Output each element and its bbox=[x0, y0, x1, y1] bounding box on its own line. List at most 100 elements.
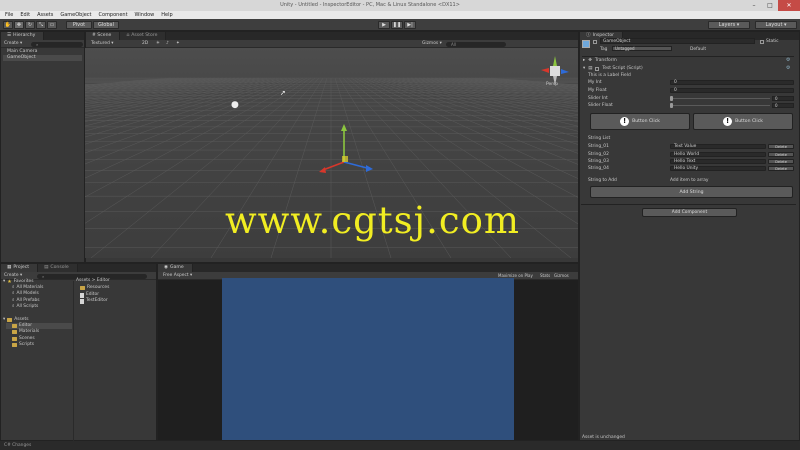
hierarchy-search-input[interactable]: ⌕ bbox=[31, 41, 83, 47]
pivot-toggle[interactable]: Pivot bbox=[66, 21, 92, 29]
scale-tool-icon[interactable]: ⤡ bbox=[36, 21, 46, 29]
maximize-icon[interactable]: □ bbox=[762, 0, 778, 11]
delete-button[interactable]: Delete bbox=[768, 159, 794, 164]
aspect-dropdown[interactable]: Free Aspect ▾ bbox=[163, 273, 192, 278]
object-name-input[interactable]: GameObject bbox=[600, 38, 755, 44]
my-float-input[interactable]: 0 bbox=[670, 88, 794, 93]
delete-button[interactable]: Delete bbox=[768, 166, 794, 171]
delete-button[interactable]: Delete bbox=[768, 152, 794, 157]
menu-edit[interactable]: Edit bbox=[17, 11, 34, 19]
gizmos-dropdown[interactable]: Gizmos ▾ bbox=[422, 41, 442, 46]
button-click-right[interactable]: ! Button Click bbox=[693, 113, 793, 130]
light-toggle-icon[interactable]: ☀ bbox=[156, 41, 160, 46]
component-enabled-checkbox[interactable] bbox=[595, 66, 600, 71]
add-string-button[interactable]: Add String bbox=[590, 186, 793, 198]
divider bbox=[581, 204, 796, 205]
hierarchy-item-gameobject[interactable]: GameObject bbox=[3, 55, 82, 61]
file-item[interactable]: TestEditor bbox=[80, 298, 108, 304]
slider-float-value[interactable]: 0 bbox=[772, 103, 794, 108]
string-input[interactable]: Text Value bbox=[670, 144, 766, 149]
2d-toggle[interactable]: 2D bbox=[142, 41, 148, 46]
transform-header[interactable]: ▸ ✥ Transform bbox=[583, 58, 617, 63]
asset-status-label: Asset is unchanged bbox=[582, 435, 625, 440]
minimize-icon[interactable]: – bbox=[746, 0, 762, 11]
play-icon[interactable]: ▶ bbox=[378, 21, 390, 29]
string-row: String_04 Hello Unity Delete bbox=[588, 165, 794, 172]
global-toggle[interactable]: Global bbox=[93, 21, 119, 29]
layout-dropdown[interactable]: Layout ▾ bbox=[755, 21, 797, 29]
button-click-left[interactable]: ! Button Click bbox=[590, 113, 690, 130]
tag-label: Tag bbox=[600, 47, 608, 52]
persp-label[interactable]: Persp bbox=[546, 82, 558, 87]
game-gizmos-toggle[interactable]: Gizmos bbox=[554, 273, 569, 278]
camera-icon[interactable]: ● bbox=[231, 100, 239, 110]
delete-button[interactable]: Delete bbox=[768, 144, 794, 149]
step-icon[interactable]: ▶| bbox=[404, 21, 416, 29]
string-input[interactable]: Hello Unity bbox=[670, 166, 766, 171]
active-checkbox[interactable] bbox=[593, 40, 597, 44]
move-tool-icon[interactable]: ✥ bbox=[14, 21, 24, 29]
stats-toggle[interactable]: Stats bbox=[540, 273, 550, 278]
game-viewport[interactable] bbox=[222, 278, 514, 440]
string-input[interactable]: Hello World bbox=[670, 152, 766, 157]
tab-project[interactable]: ▦ Project bbox=[1, 264, 39, 272]
static-checkbox[interactable] bbox=[760, 39, 764, 44]
project-breadcrumb[interactable]: Assets > Editor bbox=[76, 278, 110, 284]
menu-assets[interactable]: Assets bbox=[34, 11, 57, 19]
scene-search-input[interactable]: All bbox=[446, 41, 506, 47]
string-input[interactable]: Hello Text bbox=[670, 159, 766, 164]
asset-folder[interactable]: Scripts bbox=[12, 342, 34, 348]
tab-console[interactable]: ▤ Console bbox=[38, 264, 78, 272]
my-int-input[interactable]: 0 bbox=[670, 80, 794, 85]
folder-label: Materials bbox=[19, 329, 40, 334]
project-create-dropdown[interactable]: Create ▾ bbox=[4, 273, 22, 278]
tab-asset-store[interactable]: ⌂ Asset Store bbox=[120, 32, 167, 40]
add-component-button[interactable]: Add Component bbox=[642, 208, 737, 217]
hierarchy-icon: ☰ bbox=[7, 33, 12, 38]
menu-help[interactable]: Help bbox=[158, 11, 176, 19]
folder-icon bbox=[12, 330, 17, 334]
gameobject-cube-icon bbox=[582, 40, 590, 48]
slider-int-value[interactable]: 0 bbox=[772, 96, 794, 101]
folder-label: Scripts bbox=[19, 342, 35, 347]
aspect-label: Free Aspect bbox=[163, 273, 189, 278]
slider-handle[interactable] bbox=[670, 96, 673, 101]
close-icon[interactable]: ✕ bbox=[778, 0, 800, 11]
layer-label[interactable]: Default bbox=[690, 47, 706, 52]
file-item[interactable]: Resources bbox=[80, 285, 109, 291]
menu-gameobject[interactable]: GameObject bbox=[57, 11, 95, 19]
warning-icon: ! bbox=[723, 117, 733, 126]
menu-window[interactable]: Window bbox=[132, 11, 159, 19]
pause-icon[interactable]: ❚❚ bbox=[391, 21, 403, 29]
effects-toggle-icon[interactable]: ✦ bbox=[176, 41, 180, 46]
favorite-item[interactable]: ⌕ All Models bbox=[12, 291, 39, 297]
slider-float[interactable]: 0 bbox=[670, 103, 794, 108]
slider-handle[interactable] bbox=[670, 103, 673, 108]
game-icon: ◉ bbox=[164, 265, 169, 270]
favorite-item[interactable]: ⌕ All Scripts bbox=[12, 304, 38, 310]
component-header[interactable]: ▾ ▤ Test Script (Script) bbox=[583, 66, 643, 71]
move-gizmo[interactable] bbox=[309, 122, 379, 176]
slider-int[interactable]: 0 bbox=[670, 96, 794, 101]
string-row: String_02 Hello World Delete bbox=[588, 151, 794, 158]
scene-search-text: All bbox=[451, 41, 456, 47]
component-gear-icon[interactable]: ⚙ bbox=[786, 65, 790, 71]
rect-tool-icon[interactable]: ▭ bbox=[47, 21, 57, 29]
project-splitter[interactable] bbox=[73, 281, 74, 441]
tab-scene[interactable]: # Scene bbox=[86, 32, 121, 40]
menu-file[interactable]: File bbox=[2, 11, 17, 19]
settings-gear-icon[interactable]: ⚙ bbox=[786, 57, 790, 63]
asset-folder[interactable]: Materials bbox=[12, 329, 39, 335]
collapse-arrow-icon: ▾ bbox=[583, 66, 586, 71]
hand-tool-icon[interactable]: ✋ bbox=[3, 21, 13, 29]
tab-hierarchy[interactable]: ☰ Hierarchy bbox=[1, 32, 45, 40]
rotate-tool-icon[interactable]: ↻ bbox=[25, 21, 35, 29]
tab-game[interactable]: ◉ Game bbox=[158, 264, 193, 272]
audio-toggle-icon[interactable]: ♪ bbox=[166, 41, 169, 46]
tag-dropdown[interactable]: Untagged bbox=[612, 46, 672, 51]
create-dropdown[interactable]: Create ▾ bbox=[4, 41, 22, 46]
shading-mode-dropdown[interactable]: Textured ▾ bbox=[91, 41, 113, 46]
string-to-add-input[interactable]: Add item to array bbox=[670, 178, 794, 183]
menu-component[interactable]: Component bbox=[96, 11, 132, 19]
layers-dropdown[interactable]: Layers ▾ bbox=[708, 21, 750, 29]
